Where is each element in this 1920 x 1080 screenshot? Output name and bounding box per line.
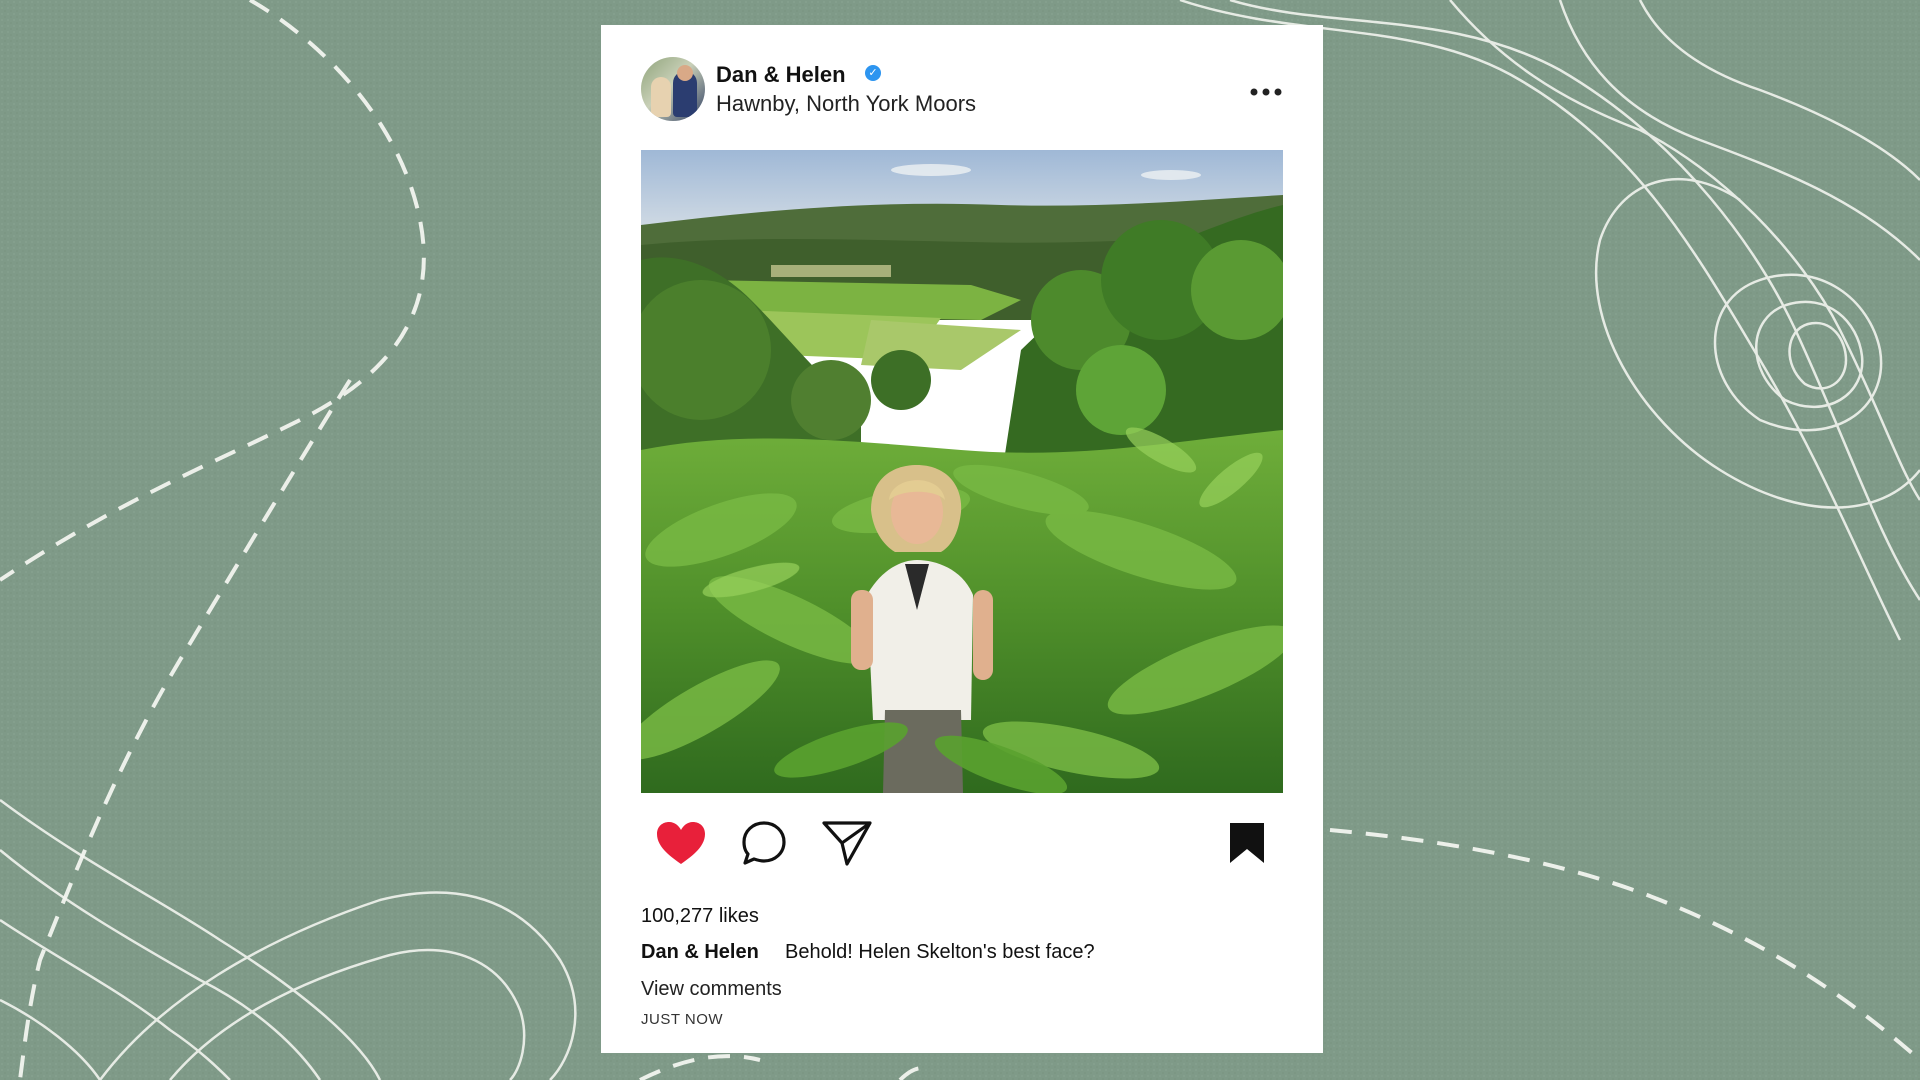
- post-photo[interactable]: [641, 150, 1283, 793]
- post-location[interactable]: Hawnby, North York Moors: [716, 91, 976, 117]
- more-options-icon[interactable]: [1247, 85, 1285, 109]
- view-comments-link[interactable]: View comments: [641, 978, 782, 1001]
- caption-text: Behold! Helen Skelton's best face?: [785, 941, 1095, 963]
- profile-avatar[interactable]: [641, 57, 705, 121]
- caption-username[interactable]: Dan & Helen: [641, 941, 759, 964]
- post-username[interactable]: Dan & Helen: [716, 62, 846, 88]
- heart-icon[interactable]: [653, 815, 709, 871]
- comment-icon[interactable]: [736, 815, 792, 871]
- instagram-post-card: Dan & Helen ✓ Hawnby, North York Moors 1…: [601, 25, 1323, 1053]
- landscape-photo: [641, 150, 1283, 793]
- post-timestamp: JUST NOW: [641, 1011, 724, 1028]
- likes-count[interactable]: 100,277 likes: [641, 905, 759, 928]
- paper-plane-icon[interactable]: [819, 815, 875, 871]
- post-actions-bar: [641, 815, 1283, 875]
- verified-badge-icon: ✓: [865, 65, 881, 81]
- bookmark-icon[interactable]: [1219, 815, 1275, 871]
